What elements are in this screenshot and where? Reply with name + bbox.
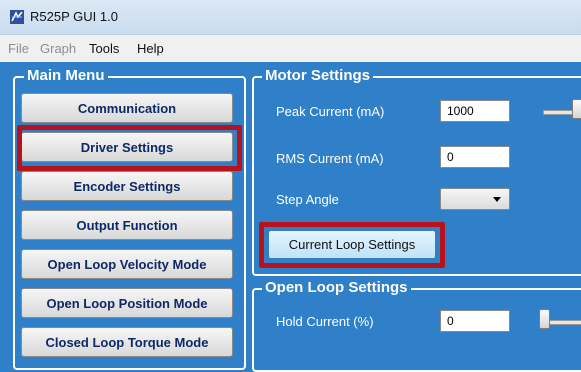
hold-current-slider-thumb[interactable] bbox=[539, 309, 550, 329]
menu-tools[interactable]: Tools bbox=[89, 41, 119, 56]
hold-current-label: Hold Current (%) bbox=[276, 314, 374, 329]
open-loop-settings-title: Open Loop Settings bbox=[262, 279, 411, 296]
title-bar: R525P GUI 1.0 bbox=[0, 0, 581, 35]
open-loop-settings-panel bbox=[252, 288, 581, 372]
peak-current-input[interactable] bbox=[440, 100, 510, 122]
menu-help[interactable]: Help bbox=[137, 41, 164, 56]
menu-graph: Graph bbox=[40, 41, 77, 56]
encoder-settings-button[interactable]: Encoder Settings bbox=[21, 171, 233, 201]
rms-current-input[interactable] bbox=[440, 146, 510, 168]
app-icon bbox=[10, 10, 24, 24]
dropdown-arrow-icon bbox=[493, 197, 501, 202]
hold-current-input[interactable] bbox=[440, 310, 510, 332]
step-angle-select[interactable] bbox=[440, 188, 510, 210]
driver-settings-highlight bbox=[17, 125, 242, 171]
open-loop-position-mode-button[interactable]: Open Loop Position Mode bbox=[21, 288, 233, 318]
current-loop-settings-highlight bbox=[259, 222, 445, 268]
rms-current-label: RMS Current (mA) bbox=[276, 151, 384, 166]
peak-current-label: Peak Current (mA) bbox=[276, 104, 385, 119]
open-loop-velocity-mode-button[interactable]: Open Loop Velocity Mode bbox=[21, 249, 233, 279]
closed-loop-torque-mode-button[interactable]: Closed Loop Torque Mode bbox=[21, 327, 233, 357]
output-function-button[interactable]: Output Function bbox=[21, 210, 233, 240]
menu-file: File bbox=[8, 41, 29, 56]
menu-bar: File Graph Tools Help bbox=[0, 35, 581, 62]
communication-button[interactable]: Communication bbox=[21, 93, 233, 123]
step-angle-label: Step Angle bbox=[276, 192, 339, 207]
motor-settings-title: Motor Settings bbox=[262, 67, 373, 84]
peak-current-slider-thumb[interactable] bbox=[572, 99, 581, 119]
main-menu-title: Main Menu bbox=[24, 67, 108, 84]
window-title: R525P GUI 1.0 bbox=[30, 9, 118, 24]
